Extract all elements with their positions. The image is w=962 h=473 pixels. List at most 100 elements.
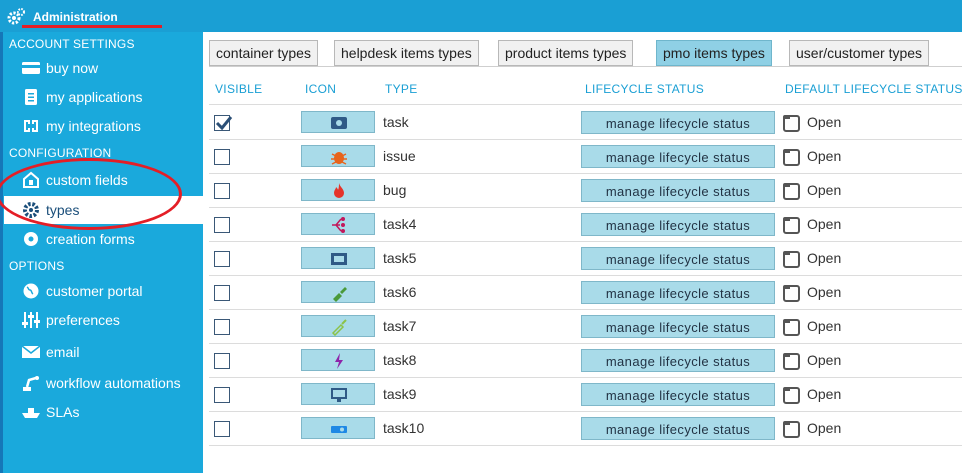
- credit-card-icon: [22, 62, 40, 74]
- sidebar-item-buy-now[interactable]: buy now: [4, 54, 203, 82]
- table-row: task6 manage lifecycle status Open: [209, 276, 962, 310]
- manage-lifecycle-status-button[interactable]: manage lifecycle status: [581, 281, 775, 304]
- sidebar-item-customer-portal[interactable]: customer portal: [4, 277, 203, 305]
- tab-pmo-items-types[interactable]: pmo items types: [656, 40, 772, 66]
- default-lifecycle-status[interactable]: Open: [783, 317, 962, 337]
- app-title[interactable]: Administration: [33, 10, 118, 24]
- visible-checkbox[interactable]: [214, 183, 230, 199]
- manage-lifecycle-status-button[interactable]: manage lifecycle status: [581, 179, 775, 202]
- sidebar-item-preferences[interactable]: preferences: [4, 306, 203, 334]
- visible-checkbox[interactable]: [214, 149, 230, 165]
- default-lifecycle-status[interactable]: Open: [783, 113, 962, 133]
- type-icon-button[interactable]: [301, 247, 375, 269]
- default-status-value: Open: [807, 182, 842, 198]
- ship-icon: [22, 408, 40, 418]
- section-configuration: CONFIGURATION: [9, 146, 112, 160]
- type-name: task4: [383, 216, 417, 232]
- default-status-value: Open: [807, 250, 842, 266]
- tab-container-types[interactable]: container types: [209, 40, 318, 66]
- monitor-icon: [331, 388, 347, 402]
- table-row: issue manage lifecycle status Open: [209, 140, 962, 174]
- type-icon-button[interactable]: [301, 349, 375, 371]
- table-row: task4 manage lifecycle status Open: [209, 208, 962, 242]
- integrations-icon: [24, 120, 38, 132]
- header-default-lifecycle-status: DEFAULT LIFECYCLE STATUS: [785, 82, 962, 96]
- manage-lifecycle-status-button[interactable]: manage lifecycle status: [581, 315, 775, 338]
- header-visible: VISIBLE: [215, 82, 263, 96]
- default-lifecycle-status[interactable]: Open: [783, 419, 962, 439]
- type-name: issue: [383, 148, 416, 164]
- sidebar-item-my-applications[interactable]: my applications: [4, 83, 203, 111]
- default-lifecycle-status[interactable]: Open: [783, 215, 962, 235]
- sidebar-item-email[interactable]: email: [4, 338, 203, 366]
- type-icon-button[interactable]: [301, 417, 375, 439]
- type-icon-button[interactable]: [301, 145, 375, 167]
- clipboard-icon: [25, 89, 37, 105]
- type-icon-button[interactable]: [301, 179, 375, 201]
- type-icon-button[interactable]: [301, 213, 375, 235]
- default-lifecycle-status[interactable]: Open: [783, 147, 962, 167]
- sidebar-item-label: preferences: [46, 312, 120, 328]
- type-icon-button[interactable]: [301, 281, 375, 303]
- manage-lifecycle-status-button[interactable]: manage lifecycle status: [581, 349, 775, 372]
- envelope-icon: [21, 345, 41, 358]
- manage-lifecycle-status-button[interactable]: manage lifecycle status: [581, 111, 775, 134]
- tab-user-customer-types[interactable]: user/customer types: [789, 40, 930, 66]
- type-icon-button[interactable]: [301, 383, 375, 405]
- default-lifecycle-status[interactable]: Open: [783, 283, 962, 303]
- default-lifecycle-status[interactable]: Open: [783, 351, 962, 371]
- visible-checkbox[interactable]: [214, 387, 230, 403]
- folder-icon: [783, 387, 800, 404]
- visible-checkbox[interactable]: [214, 319, 230, 335]
- type-icon-button[interactable]: [301, 111, 375, 133]
- type-name: task9: [383, 386, 417, 402]
- manage-lifecycle-status-button[interactable]: manage lifecycle status: [581, 417, 775, 440]
- table-row: task10 manage lifecycle status Open: [209, 412, 962, 446]
- default-lifecycle-status[interactable]: Open: [783, 181, 962, 201]
- default-lifecycle-status[interactable]: Open: [783, 385, 962, 405]
- type-name: task8: [383, 352, 417, 368]
- sliders-icon: [22, 312, 40, 328]
- tab-divider: [209, 66, 962, 67]
- sidebar-item-creation-forms[interactable]: creation forms: [4, 225, 203, 253]
- sidebar-item-workflow-automations[interactable]: workflow automations: [4, 369, 203, 397]
- type-icon-button[interactable]: [301, 315, 375, 337]
- branch-icon: [332, 217, 345, 233]
- visible-checkbox[interactable]: [214, 115, 233, 131]
- section-account-settings: ACCOUNT SETTINGS: [9, 37, 135, 51]
- visible-checkbox[interactable]: [214, 353, 230, 369]
- type-name: task6: [383, 284, 417, 300]
- lightning-icon: [335, 353, 343, 369]
- visible-checkbox[interactable]: [214, 421, 230, 437]
- visible-checkbox[interactable]: [214, 285, 230, 301]
- sidebar-edge: [0, 32, 3, 473]
- folder-icon: [783, 115, 800, 132]
- custom-fields-icon: [23, 171, 39, 188]
- projector-icon: [331, 426, 347, 433]
- sidebar-item-slas[interactable]: SLAs: [4, 398, 203, 426]
- default-lifecycle-status[interactable]: Open: [783, 249, 962, 269]
- sidebar-item-my-integrations[interactable]: my integrations: [4, 112, 203, 140]
- type-name: task: [383, 114, 409, 130]
- sidebar-item-types[interactable]: types: [4, 196, 203, 224]
- tab-helpdesk-items-types[interactable]: helpdesk items types: [334, 40, 479, 66]
- default-status-value: Open: [807, 420, 842, 436]
- folder-icon: [783, 421, 800, 438]
- sidebar-item-custom-fields[interactable]: custom fields: [4, 166, 203, 194]
- manage-lifecycle-status-button[interactable]: manage lifecycle status: [581, 383, 775, 406]
- table-row: task9 manage lifecycle status Open: [209, 378, 962, 412]
- header-type: TYPE: [385, 82, 418, 96]
- manage-lifecycle-status-button[interactable]: manage lifecycle status: [581, 247, 775, 270]
- manage-lifecycle-status-button[interactable]: manage lifecycle status: [581, 145, 775, 168]
- sidebar-item-label: custom fields: [46, 172, 128, 188]
- folder-icon: [783, 319, 800, 336]
- default-status-value: Open: [807, 386, 842, 402]
- tab-product-items-types[interactable]: product items types: [498, 40, 634, 66]
- visible-checkbox[interactable]: [214, 217, 230, 233]
- table-row: task manage lifecycle status Open: [209, 106, 962, 140]
- header-divider: [209, 104, 962, 105]
- header-lifecycle-status: LIFECYCLE STATUS: [585, 82, 705, 96]
- checkmark-icon: [215, 116, 233, 131]
- manage-lifecycle-status-button[interactable]: manage lifecycle status: [581, 213, 775, 236]
- visible-checkbox[interactable]: [214, 251, 230, 267]
